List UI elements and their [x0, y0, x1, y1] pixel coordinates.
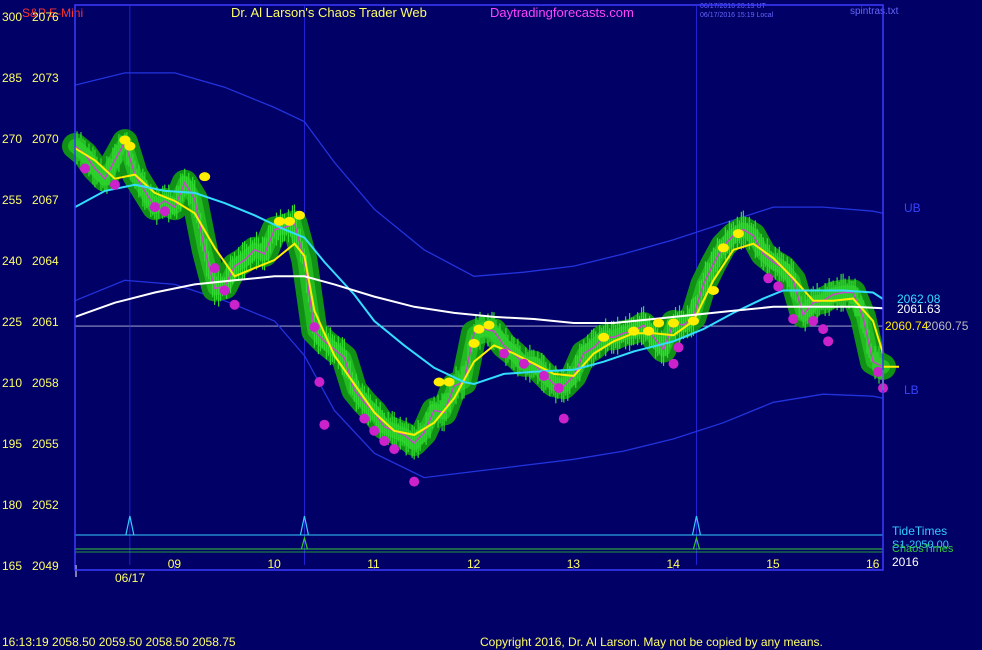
swing-low-marker: [409, 476, 420, 487]
swing-high-marker: [653, 318, 665, 328]
swing-low-marker: [668, 358, 679, 369]
timestamp-local: 06/17/2016 15:19 Local: [700, 12, 774, 19]
swing-high-marker: [124, 141, 136, 151]
y-tick-left: 225: [2, 315, 22, 329]
y-tick-right: 2073: [32, 71, 59, 85]
y-tick-left: 165: [2, 559, 22, 573]
swing-low-marker: [369, 425, 380, 436]
swing-low-marker: [314, 377, 325, 387]
swing-low-marker: [79, 163, 90, 174]
swing-high-marker: [443, 377, 455, 387]
x-tick-label: 12: [467, 557, 481, 571]
y-tick-left: 240: [2, 254, 22, 268]
swing-low-marker: [773, 281, 784, 292]
x-tick-label: 14: [667, 557, 681, 571]
swing-high-marker: [199, 172, 211, 182]
last-bar-readout: 16:13:19 2058.50 2059.50 2058.50 2058.75: [2, 635, 236, 649]
swing-low-marker: [109, 179, 120, 190]
x-tick-label: 09: [168, 557, 182, 571]
y-tick-left: 300: [2, 10, 22, 24]
y-tick-right: 2070: [32, 132, 59, 146]
y-tick-right: 2058: [32, 376, 59, 390]
x-tick-label: 13: [567, 557, 581, 571]
yellow-average-value: 2060.74: [885, 319, 929, 333]
y-tick-right: 2067: [32, 193, 59, 207]
swing-low-marker: [389, 444, 400, 455]
timestamp-utc: 06/17/2016 20:19 UT: [700, 3, 766, 10]
swing-low-marker: [673, 342, 684, 353]
swing-high-marker: [687, 316, 699, 326]
last-price-value: 2060.75: [925, 319, 969, 333]
y-tick-left: 270: [2, 132, 22, 146]
x-tick-label: 16: [866, 557, 880, 571]
copyright-notice: Copyright 2016, Dr. Al Larson. May not b…: [480, 635, 823, 649]
y-tick-right: 2076: [32, 10, 59, 24]
swing-low-marker: [558, 413, 569, 424]
swing-low-marker: [149, 202, 160, 213]
x-tick-label: 15: [766, 557, 780, 571]
white-average-value: 2061.63: [897, 302, 941, 316]
swing-low-marker: [553, 383, 564, 394]
swing-low-marker: [359, 413, 370, 424]
swing-low-marker: [209, 263, 220, 274]
swing-low-marker: [229, 299, 240, 310]
swing-low-marker: [498, 348, 509, 359]
swing-high-marker: [628, 326, 640, 336]
ub-label: UB: [904, 201, 921, 215]
swing-high-marker: [283, 216, 295, 226]
swing-low-marker: [319, 419, 330, 430]
swing-low-marker: [159, 206, 170, 217]
y-tick-right: 2055: [32, 437, 59, 451]
swing-high-marker: [598, 332, 610, 342]
swing-high-marker: [293, 210, 305, 220]
swing-low-marker: [823, 336, 834, 347]
swing-high-marker: [668, 318, 680, 328]
chart-title: Dr. Al Larson's Chaos Trader Web: [231, 5, 427, 20]
swing-high-marker: [732, 229, 744, 239]
data-file-name: spintras.txt: [850, 6, 899, 17]
swing-low-marker: [309, 322, 320, 333]
swing-low-marker: [818, 324, 829, 335]
swing-low-marker: [219, 285, 230, 296]
swing-high-marker: [433, 377, 445, 387]
chaos-times-label: ChaosTimes: [892, 543, 954, 555]
y-tick-right: 2049: [32, 559, 59, 573]
y-tick-left: 180: [2, 498, 22, 512]
swing-high-marker: [273, 216, 285, 226]
y-tick-left: 195: [2, 437, 22, 451]
swing-high-marker: [643, 326, 655, 336]
swing-low-marker: [518, 358, 529, 369]
swing-low-marker: [873, 366, 884, 377]
swing-low-marker: [808, 316, 819, 326]
tide-times-label: TideTimes: [892, 524, 947, 538]
swing-low-marker: [379, 435, 390, 446]
chart-svg: S&P E-Mini Dr. Al Larson's Chaos Trader …: [0, 0, 982, 650]
swing-low-marker: [538, 370, 549, 381]
y-tick-right: 2052: [32, 498, 59, 512]
y-tick-left: 285: [2, 71, 22, 85]
x-tick-label: 10: [268, 557, 282, 571]
y-tick-left: 210: [2, 376, 22, 390]
lb-label: LB: [904, 383, 919, 397]
year-label: 2016: [892, 555, 919, 569]
site-link[interactable]: Daytradingforecasts.com: [490, 5, 634, 20]
swing-low-marker: [788, 313, 799, 324]
swing-high-marker: [473, 324, 485, 334]
swing-high-marker: [717, 243, 729, 253]
y-tick-right: 2064: [32, 254, 59, 268]
swing-low-marker: [763, 273, 774, 284]
swing-high-marker: [707, 286, 719, 295]
y-tick-right: 2061: [32, 315, 59, 329]
y-tick-left: 255: [2, 193, 22, 207]
swing-high-marker: [468, 338, 480, 348]
swing-high-marker: [483, 320, 495, 330]
x-tick-label: 11: [367, 557, 380, 571]
date-label: 06/17: [115, 571, 145, 585]
